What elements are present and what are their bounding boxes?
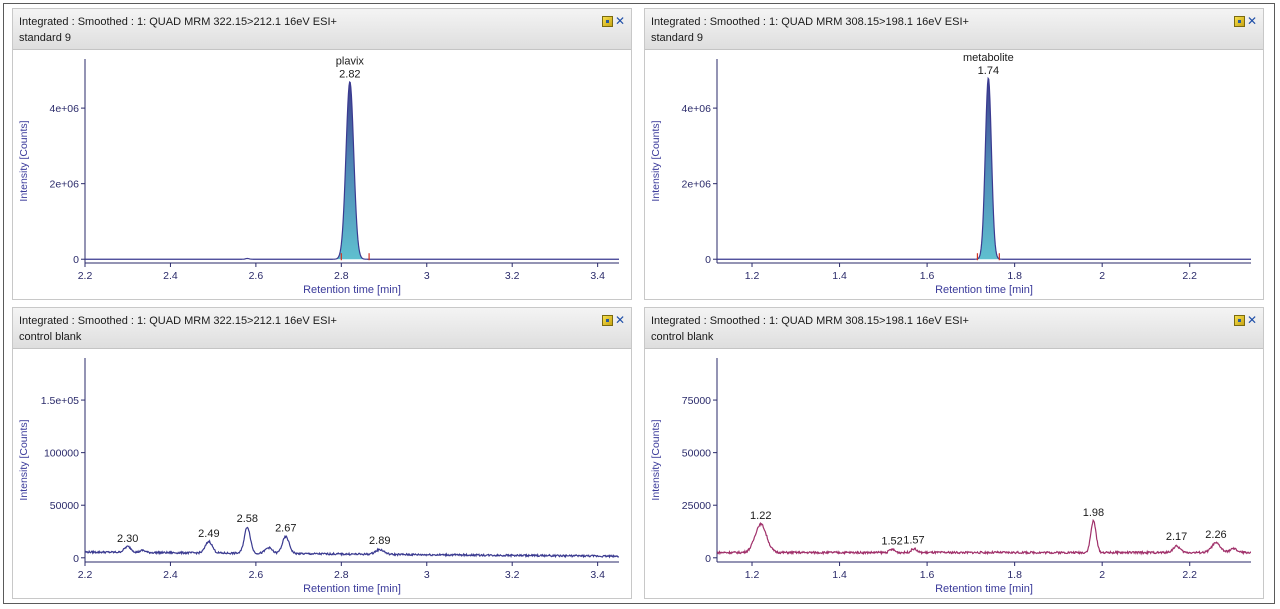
x-tick-label: 3.2 [505,569,520,581]
chromatogram-panel-4: Integrated : Smoothed : 1: QUAD MRM 308.… [644,307,1264,599]
close-icon[interactable]: ✕ [1247,314,1257,326]
x-tick-label: 2 [1099,270,1105,282]
trace-title: Integrated : Smoothed : 1: QUAD MRM 308.… [651,16,969,28]
chromatogram-plot[interactable]: 2.2 2.4 2.6 2.8 3 3.2 3.4 0 50000 100000 1.5e+05 Re… [13,348,631,598]
pin-icon[interactable] [601,15,613,27]
y-tick-label: 0 [705,254,711,266]
x-tick-label: 1.8 [1007,270,1022,282]
x-tick-label: 2 [1099,569,1105,581]
sample-name: control blank [19,331,82,343]
chromatogram-plot[interactable]: 1.2 1.4 1.6 1.8 2 2.2 0 2e+06 4e+06 Retention tim… [645,49,1263,299]
y-tick-label: 4e+06 [50,103,80,115]
y-tick-label: 2e+06 [682,179,712,191]
x-tick-label: 3 [424,569,430,581]
close-icon[interactable]: ✕ [1247,15,1257,27]
chromatogram-window: Integrated : Smoothed : 1: QUAD MRM 322.… [3,3,1275,604]
peak-name-label: metabolite [963,52,1014,64]
peak-rt-label: 2.67 [275,523,296,535]
peak-rt-label: 1.57 [903,535,924,547]
peak-rt-label: 2.26 [1205,529,1226,541]
pin-icon[interactable] [601,314,613,326]
x-tick-label: 1.8 [1007,569,1022,581]
chromatogram-trace [85,526,619,559]
y-axis-label: Intensity [Counts] [18,120,30,201]
peak-rt-label: 1.52 [881,535,902,547]
peak-rt-label: 2.49 [198,528,219,540]
x-axis-label: Retention time [min] [935,583,1033,595]
panel-controls: ✕ [1233,313,1257,327]
x-axis-label: Retention time [min] [303,284,401,296]
y-axis-label: Intensity [Counts] [650,419,662,500]
chromatogram-panel-3: Integrated : Smoothed : 1: QUAD MRM 322.… [12,307,632,599]
trace-title: Integrated : Smoothed : 1: QUAD MRM 322.… [19,315,337,327]
y-tick-label: 0 [73,553,79,565]
sample-name: standard 9 [651,32,703,44]
peak-rt-label: 2.89 [369,535,390,547]
x-tick-label: 2.2 [78,569,93,581]
x-tick-label: 2.6 [249,270,264,282]
y-tick-label: 0 [73,254,79,266]
x-tick-label: 1.4 [832,270,847,282]
x-tick-label: 1.4 [832,569,847,581]
sample-name: standard 9 [19,32,71,44]
y-tick-label: 75000 [682,395,711,407]
trace-title: Integrated : Smoothed : 1: QUAD MRM 322.… [19,16,337,28]
y-axis-label: Intensity [Counts] [18,419,30,500]
y-tick-label: 0 [705,553,711,565]
trace-title: Integrated : Smoothed : 1: QUAD MRM 308.… [651,315,969,327]
y-tick-label: 50000 [682,448,711,460]
peak-rt-label: 1.22 [750,510,771,522]
integrated-peak-area [976,78,1001,260]
chromatogram-plot[interactable]: 1.2 1.4 1.6 1.8 2 2.2 0 25000 50000 75000 Retentio… [645,348,1263,598]
y-tick-label: 2e+06 [50,179,80,191]
panel-header: Integrated : Smoothed : 1: QUAD MRM 322.… [13,9,631,50]
sample-name: control blank [651,331,714,343]
peak-rt-label: 1.98 [1083,507,1104,519]
x-tick-label: 2.8 [334,569,349,581]
panel-controls: ✕ [601,313,625,327]
x-tick-label: 3 [424,270,430,282]
y-axis-label: Intensity [Counts] [650,120,662,201]
peak-rt-label: 2.30 [117,533,138,545]
chromatogram-panel-1: Integrated : Smoothed : 1: QUAD MRM 322.… [12,8,632,300]
x-axis-label: Retention time [min] [935,284,1033,296]
panel-controls: ✕ [1233,14,1257,28]
panel-header: Integrated : Smoothed : 1: QUAD MRM 322.… [13,308,631,349]
y-tick-label: 4e+06 [682,103,712,115]
x-tick-label: 1.6 [920,270,935,282]
x-tick-label: 2.2 [78,270,93,282]
x-tick-label: 2.4 [163,569,178,581]
y-tick-label: 50000 [50,500,79,512]
panel-header: Integrated : Smoothed : 1: QUAD MRM 308.… [645,9,1263,50]
x-tick-label: 1.2 [745,569,760,581]
x-tick-label: 3.4 [590,569,605,581]
pin-icon[interactable] [1233,15,1245,27]
chromatogram-plot[interactable]: 2.2 2.4 2.6 2.8 3 3.2 3.4 0 2e+06 4e+06 Retention … [13,49,631,299]
peak-rt-label: 1.74 [978,65,999,77]
close-icon[interactable]: ✕ [615,314,625,326]
y-tick-label: 1.5e+05 [41,395,79,407]
x-tick-label: 2.6 [249,569,264,581]
x-tick-label: 2.8 [334,270,349,282]
x-tick-label: 1.2 [745,270,760,282]
x-tick-label: 2.2 [1182,569,1197,581]
x-axis-label: Retention time [min] [303,583,401,595]
x-tick-label: 2.2 [1182,270,1197,282]
x-tick-label: 1.6 [920,569,935,581]
y-tick-label: 25000 [682,500,711,512]
chromatogram-panel-2: Integrated : Smoothed : 1: QUAD MRM 308.… [644,8,1264,300]
x-tick-label: 3.2 [505,270,520,282]
peak-rt-label: 2.82 [339,69,360,81]
panel-header: Integrated : Smoothed : 1: QUAD MRM 308.… [645,308,1263,349]
x-tick-label: 3.4 [590,270,605,282]
panel-controls: ✕ [601,14,625,28]
peak-rt-label: 2.17 [1166,531,1187,543]
y-tick-label: 100000 [44,448,79,460]
integrated-peak-area [334,82,366,260]
peak-rt-label: 2.58 [237,513,258,525]
pin-icon[interactable] [1233,314,1245,326]
peak-name-label: plavix [336,56,365,68]
close-icon[interactable]: ✕ [615,15,625,27]
x-tick-label: 2.4 [163,270,178,282]
